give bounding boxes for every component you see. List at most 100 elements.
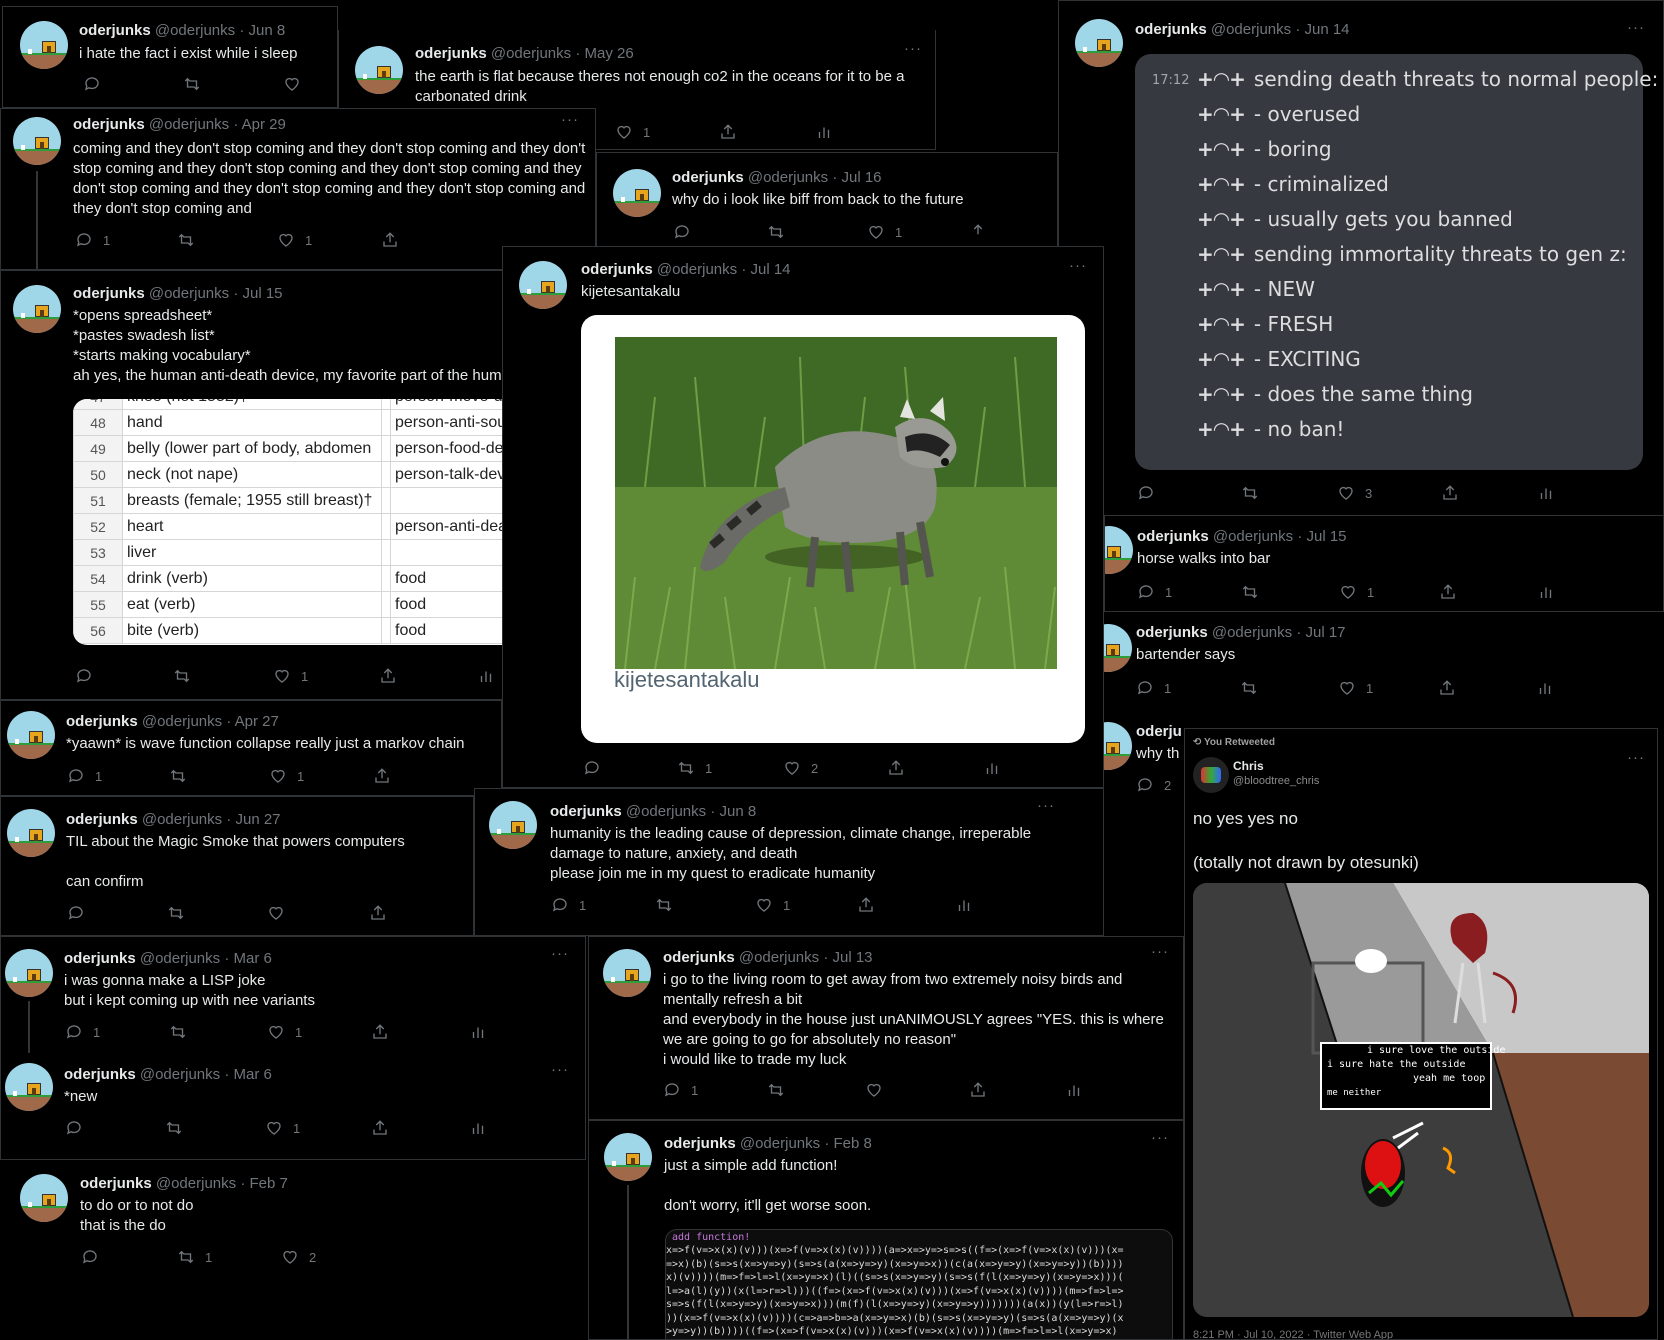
author-name[interactable]: oderjunks — [581, 261, 653, 278]
author-name[interactable]: oderjunks — [73, 285, 145, 302]
row-number[interactable]: 50 — [73, 461, 123, 488]
table-cell[interactable] — [381, 539, 391, 566]
tweet-timestamp[interactable]: 8:21 PM · Jul 10, 2022 · Twitter Web App — [1193, 1329, 1393, 1339]
table-cell[interactable]: food — [390, 617, 509, 644]
table-cell[interactable] — [381, 399, 391, 410]
table-cell[interactable]: food — [390, 565, 509, 592]
analytics-button[interactable] — [477, 667, 495, 685]
reply-button[interactable]: 1 — [65, 1023, 100, 1041]
tweet-card[interactable]: oderjunks @oderjunks · Feb 7 to do or to… — [0, 1164, 342, 1272]
retweet-button[interactable] — [165, 1119, 183, 1137]
table-cell[interactable]: person-anti-deat — [390, 513, 509, 540]
like-button[interactable]: 1 — [265, 1119, 300, 1137]
reply-button[interactable] — [65, 1119, 83, 1137]
reply-button[interactable]: 1 — [663, 1081, 698, 1099]
table-cell[interactable]: liver — [122, 539, 382, 566]
retweet-button[interactable] — [167, 904, 185, 922]
share-button[interactable] — [969, 1081, 987, 1099]
share-button[interactable] — [969, 223, 987, 241]
author-name[interactable]: oderjunks — [80, 1175, 152, 1192]
avatar[interactable] — [20, 1174, 68, 1222]
avatar[interactable] — [604, 1133, 652, 1181]
tweet-card[interactable]: oderjunks @oderjunks · Jun 14 ··· 17:12 … — [1058, 0, 1664, 516]
retweet-button[interactable] — [767, 1081, 785, 1099]
avatar[interactable] — [5, 949, 53, 997]
more-options-icon[interactable]: ··· — [1627, 749, 1645, 766]
spreadsheet-image[interactable]: 47knee (not 1552)†person-move-de48handpe… — [73, 399, 509, 645]
table-cell[interactable] — [390, 487, 509, 514]
avatar[interactable] — [1104, 722, 1132, 770]
tweet-card[interactable]: oderjunks @oderjunks · Jun 8 ··· humanit… — [474, 788, 1104, 936]
share-button[interactable] — [887, 759, 905, 777]
share-button[interactable] — [719, 123, 737, 141]
table-cell[interactable] — [381, 435, 391, 462]
like-button[interactable]: 1 — [755, 896, 790, 914]
tweet-card[interactable]: oderjunks @oderjunks · Jul 15 horse walk… — [1104, 516, 1664, 612]
retweet-button[interactable] — [1241, 583, 1259, 601]
avatar[interactable] — [519, 261, 567, 309]
avatar[interactable] — [5, 1063, 53, 1111]
share-button[interactable] — [1439, 583, 1457, 601]
table-cell[interactable] — [381, 591, 391, 618]
analytics-button[interactable] — [955, 896, 973, 914]
tweet-date[interactable]: · Jul 14 — [741, 261, 790, 278]
reply-button[interactable]: 1 — [67, 767, 102, 785]
share-button[interactable] — [373, 767, 391, 785]
table-cell[interactable]: eat (verb) — [122, 591, 382, 618]
tweet-card[interactable]: oderjunks @oderjunks · Jul 16 why do i l… — [596, 152, 1058, 250]
tweet-date[interactable]: · Mar 6 — [224, 1066, 272, 1083]
like-button[interactable]: 2 — [783, 759, 818, 777]
row-number[interactable]: 48 — [73, 409, 123, 436]
avatar[interactable] — [20, 21, 68, 69]
avatar[interactable] — [7, 711, 55, 759]
share-button[interactable] — [371, 1119, 389, 1137]
more-options-icon[interactable]: ··· — [1627, 19, 1645, 36]
reply-button[interactable]: 1 — [551, 896, 586, 914]
discord-screenshot[interactable]: 17:12 +◠+ sending death threats to normal… — [1135, 54, 1658, 470]
row-number[interactable]: 49 — [73, 435, 123, 462]
drawing-image[interactable]: i sure love the outside i sure hate the … — [1193, 883, 1649, 1317]
author-name[interactable]: oderjunks — [66, 713, 138, 730]
table-cell[interactable]: drink (verb) — [122, 565, 382, 592]
avatar[interactable] — [1075, 19, 1123, 67]
reply-button[interactable] — [1137, 484, 1155, 502]
more-options-icon[interactable]: ··· — [1037, 797, 1055, 814]
retweet-button[interactable] — [655, 896, 673, 914]
tweet-date[interactable]: · Feb 7 — [240, 1175, 288, 1192]
avatar[interactable] — [489, 801, 537, 849]
analytics-button[interactable] — [1537, 484, 1555, 502]
avatar[interactable] — [603, 949, 651, 997]
tweet-date[interactable]: · May 26 — [575, 45, 633, 62]
author-name[interactable]: oderjunks — [1135, 21, 1207, 38]
table-cell[interactable]: neck (not nape) — [122, 461, 382, 488]
analytics-button[interactable] — [469, 1023, 487, 1041]
table-cell[interactable]: heart — [122, 513, 382, 540]
avatar[interactable] — [13, 117, 61, 165]
like-button[interactable]: 1 — [615, 123, 650, 141]
avatar[interactable] — [13, 285, 61, 333]
avatar[interactable] — [355, 46, 403, 94]
share-button[interactable] — [1441, 484, 1459, 502]
tweet-date[interactable]: · Jul 13 — [823, 949, 872, 966]
author-name[interactable]: oderjunks — [664, 1135, 736, 1152]
like-button[interactable] — [267, 904, 285, 922]
author-name[interactable]: oderjunks — [66, 811, 138, 828]
retweet-button[interactable] — [169, 767, 187, 785]
row-number[interactable]: 47 — [73, 399, 123, 410]
tweet-date[interactable]: · Jun 8 — [710, 803, 756, 820]
tweet-date[interactable]: · Jun 14 — [1295, 21, 1349, 38]
analytics-button[interactable] — [815, 123, 833, 141]
reply-button[interactable]: 1 — [1137, 583, 1172, 601]
more-options-icon[interactable]: ··· — [551, 945, 569, 962]
analytics-button[interactable] — [1065, 1081, 1083, 1099]
tweet-date[interactable]: · Feb 8 — [824, 1135, 872, 1152]
author-name[interactable]: oderjunks — [672, 169, 744, 186]
author-name[interactable]: oderjunks — [73, 116, 145, 133]
tweet-card[interactable]: oderjunks @oderjunks · Apr 27 *yaawn* is… — [0, 700, 502, 796]
tweet-date[interactable]: · Jul 15 — [1297, 528, 1346, 545]
author-name[interactable]: oderjunks — [79, 22, 151, 39]
reply-button[interactable] — [81, 1248, 99, 1266]
like-button[interactable]: 1 — [277, 231, 312, 249]
author-name[interactable]: oderjunks — [663, 949, 735, 966]
table-cell[interactable]: breasts (female; 1955 still breast)† — [122, 487, 382, 514]
